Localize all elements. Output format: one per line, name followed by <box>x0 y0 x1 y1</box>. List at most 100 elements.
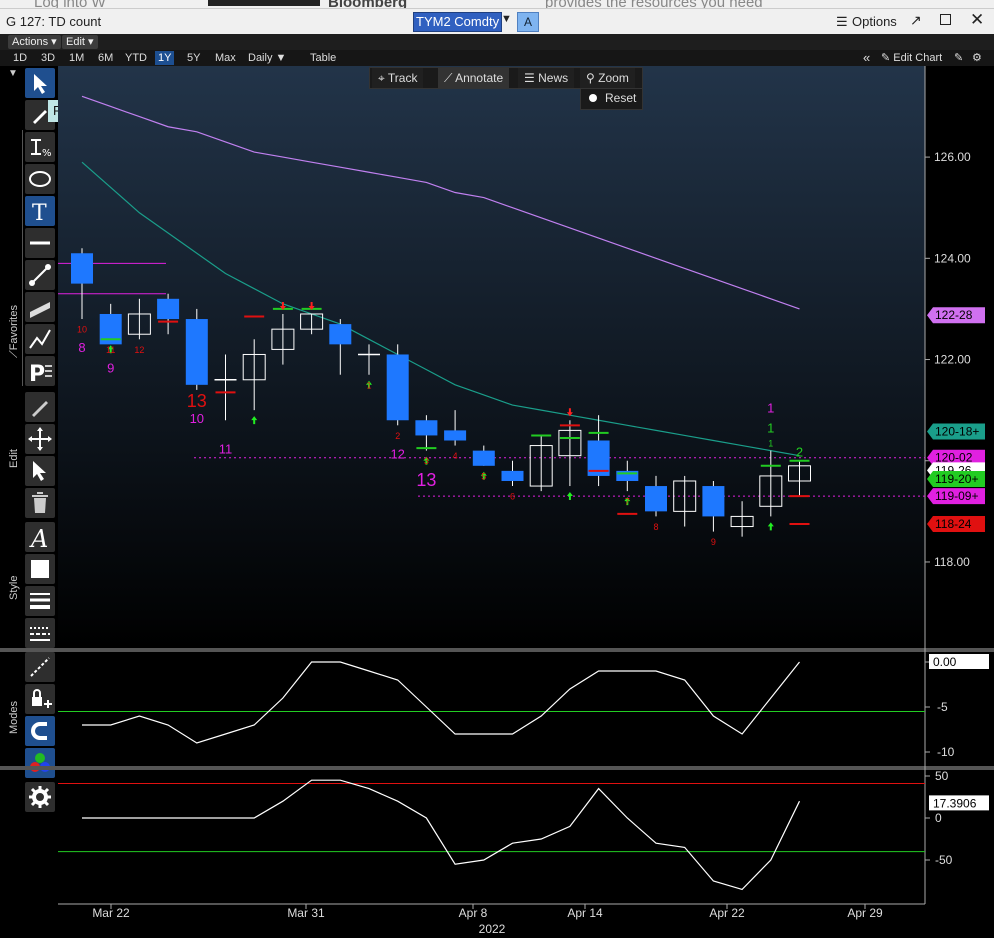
td-count-label: 1 <box>768 439 773 449</box>
security-badge[interactable]: A <box>517 12 539 32</box>
td-count-label: 8 <box>653 522 658 532</box>
price-chart[interactable]: 126.00124.00122.00120.00118.001081191213… <box>0 66 994 938</box>
x-axis-label: Apr 8 <box>459 906 488 920</box>
td-count-label: 11 <box>219 441 233 456</box>
ticker-dropdown-icon[interactable]: ▼ <box>501 13 512 25</box>
td-count-label: 13 <box>187 391 207 411</box>
x-axis-label: Apr 29 <box>847 906 883 920</box>
candle-body-down <box>386 354 409 421</box>
td-count-label: 1 <box>767 401 774 416</box>
x-axis-label: Mar 31 <box>287 906 325 920</box>
td-count-label: 2 <box>395 431 400 441</box>
td-count-label: 5 <box>481 471 486 481</box>
price-tick-label: 126.00 <box>934 150 971 164</box>
td-count-label: 11 <box>106 345 115 355</box>
frequency-dropdown[interactable]: Daily ▼ <box>245 51 289 65</box>
close-icon[interactable]: ✕ <box>970 10 984 30</box>
candle-body-down <box>472 450 495 466</box>
td-count-label: 7 <box>625 497 630 507</box>
candle-body-down <box>71 253 93 284</box>
period-1y[interactable]: 1Y <box>155 51 175 65</box>
period-ytd[interactable]: YTD <box>122 51 150 65</box>
table-button[interactable]: Table <box>307 51 339 65</box>
reset-icon <box>589 94 597 102</box>
oscillator-panel-background <box>58 652 925 764</box>
annotate-label: Annotate <box>455 71 504 85</box>
news-label: News <box>538 71 569 85</box>
options-button[interactable]: Options <box>852 14 897 29</box>
candle-body-down <box>157 298 180 320</box>
reset-label: Reset <box>605 91 637 105</box>
td-panel-tick-label: -50 <box>935 853 953 867</box>
candle-body-down <box>329 324 352 345</box>
oscillator-value-label: 0.00 <box>933 655 957 669</box>
td-count-label: 1 <box>366 380 371 390</box>
settings-gear-icon[interactable]: ⚙ <box>969 51 985 65</box>
crosshair-icon: ⌖ <box>378 71 385 85</box>
edit-menu[interactable]: Edit ▾ <box>62 35 98 49</box>
popout-icon[interactable]: ↗ <box>910 12 922 29</box>
period-3d[interactable]: 3D <box>38 51 58 65</box>
track-label: Track <box>387 71 418 85</box>
edit-chart-label: Edit Chart <box>893 52 943 64</box>
window-title-bar: Log into W Bloomberg provides the resour… <box>0 0 994 35</box>
candle-body-down <box>616 470 639 481</box>
period-1m[interactable]: 1M <box>66 51 87 65</box>
x-axis-label: Apr 14 <box>567 906 603 920</box>
actions-menu[interactable]: Actions ▾ <box>8 35 61 49</box>
oscillator-tick-label: -10 <box>937 745 955 759</box>
td-count-label: 4 <box>453 451 458 461</box>
edit-pencil-icon[interactable]: ✎ <box>951 51 966 65</box>
ticker-input[interactable]: TYM2 Comdty <box>413 12 503 32</box>
price-tick-label: 122.00 <box>934 353 971 367</box>
edit-chart-button[interactable]: ✎ Edit Chart <box>878 51 945 65</box>
panel-divider <box>0 648 994 652</box>
price-badge-label: 118-24 <box>935 517 972 531</box>
td-count-label: 3 <box>424 456 429 466</box>
options-menu-icon[interactable]: ☰ <box>836 14 848 30</box>
td-count-label: 12 <box>134 345 144 355</box>
price-tick-label: 118.00 <box>934 555 970 569</box>
zoom-label: Zoom <box>598 71 629 85</box>
td-panel-value-label: 17.3906 <box>933 796 977 810</box>
candle-body-down <box>501 470 524 481</box>
td-count-label: 12 <box>390 447 404 462</box>
track-button[interactable]: ⌖ Track <box>372 68 424 88</box>
td-panel-background <box>58 770 925 902</box>
period-1d[interactable]: 1D <box>10 51 30 65</box>
x-axis-label: Mar 22 <box>92 906 130 920</box>
x-axis-year-label: 2022 <box>479 922 506 936</box>
period-bar: 1D 3D 1M 6M YTD 1Y 5Y Max Daily ▼ Table « ✎ Edi… <box>0 50 994 66</box>
td-count-label: 6 <box>510 492 515 502</box>
candle-body-down <box>415 420 438 436</box>
edit-label: Edit <box>66 36 85 48</box>
reset-button[interactable]: Reset <box>580 88 643 110</box>
background-bar <box>208 0 320 6</box>
td-count-label: 10 <box>77 325 87 335</box>
period-6m[interactable]: 6M <box>95 51 116 65</box>
td-count-label: 9 <box>107 360 114 375</box>
price-badge-label: 122-28 <box>935 308 973 322</box>
td-count-label: 9 <box>711 537 716 547</box>
panel-divider <box>0 766 994 770</box>
price-badge-label: 119-09+ <box>935 489 978 503</box>
price-tick-label: 124.00 <box>934 251 971 265</box>
annotate-button[interactable]: ⟋ Annotate <box>438 68 510 88</box>
actions-label: Actions <box>12 36 49 48</box>
magnifier-icon: ⚲ <box>586 71 595 85</box>
maximize-icon[interactable] <box>940 14 951 25</box>
td-count-label: 8 <box>78 340 85 355</box>
pencil-icon: ⟋ <box>444 71 453 85</box>
td-count-label: 2 <box>796 445 803 460</box>
candle-body-down <box>444 430 467 441</box>
zoom-button[interactable]: ⚲ Zoom <box>580 68 635 88</box>
price-badge-label: 120-18+ <box>935 424 979 438</box>
period-max[interactable]: Max <box>212 51 239 65</box>
news-icon: ☰ <box>524 71 535 85</box>
news-button[interactable]: ☰ News <box>518 68 575 88</box>
candle-body-down <box>185 319 208 385</box>
collapse-icon[interactable]: « <box>860 51 873 65</box>
td-count-label: 10 <box>190 411 204 426</box>
window-title: G 127: TD count <box>6 14 102 29</box>
period-5y[interactable]: 5Y <box>184 51 203 65</box>
